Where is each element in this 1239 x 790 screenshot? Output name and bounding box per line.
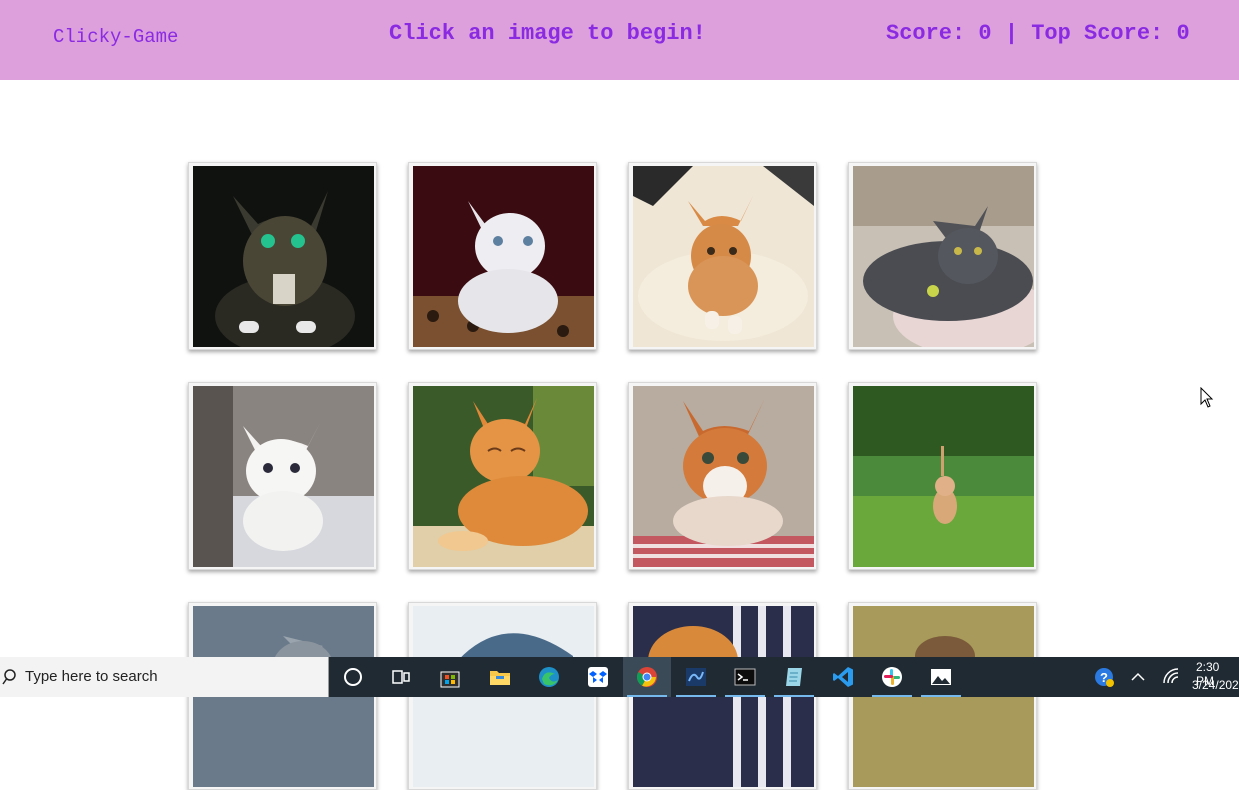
cat-card[interactable] [408, 382, 597, 570]
edge-icon[interactable] [525, 657, 573, 697]
search-placeholder: Type here to search [25, 668, 158, 685]
cat-image [413, 386, 594, 567]
cat-image [633, 386, 814, 567]
cat-card[interactable] [188, 382, 377, 570]
network-icon[interactable] [1148, 657, 1196, 697]
dropbox-icon[interactable] [574, 657, 622, 697]
cat-image [853, 386, 1034, 567]
score-display: Score: 0 | Top Score: 0 [886, 21, 1190, 46]
cat-image [413, 166, 594, 347]
taskbar-search-box[interactable]: Type here to search [0, 657, 329, 697]
game-message: Click an image to begin! [389, 21, 706, 46]
photos-icon[interactable] [917, 657, 965, 697]
search-icon [2, 669, 16, 685]
cat-card[interactable] [628, 382, 817, 570]
cortana-icon[interactable] [329, 657, 377, 697]
cat-card[interactable] [188, 162, 377, 350]
cat-card[interactable] [848, 162, 1037, 350]
chrome-icon[interactable] [623, 657, 671, 697]
store-icon[interactable] [426, 657, 474, 697]
cat-card[interactable] [628, 162, 817, 350]
clock-date[interactable]: 3/24/202 [1192, 678, 1239, 692]
cat-image [193, 386, 374, 567]
notepad-icon[interactable] [770, 657, 818, 697]
navbar: Clicky-Game Click an image to begin! Sco… [0, 0, 1239, 80]
cat-image [853, 166, 1034, 347]
windows-taskbar: Type here to search ? 2:30 PM 3/24/202 [0, 657, 1239, 697]
slack-icon[interactable] [868, 657, 916, 697]
cat-card[interactable] [408, 162, 597, 350]
terminal-icon[interactable] [721, 657, 769, 697]
code-editor-icon[interactable] [672, 657, 720, 697]
cat-card[interactable] [848, 382, 1037, 570]
file-explorer-icon[interactable] [476, 657, 524, 697]
task-view-icon[interactable] [377, 657, 425, 697]
cat-image [633, 166, 814, 347]
brand-title[interactable]: Clicky-Game [53, 26, 178, 48]
mouse-cursor-icon [1200, 387, 1214, 408]
cat-image [193, 166, 374, 347]
vscode-icon[interactable] [819, 657, 867, 697]
